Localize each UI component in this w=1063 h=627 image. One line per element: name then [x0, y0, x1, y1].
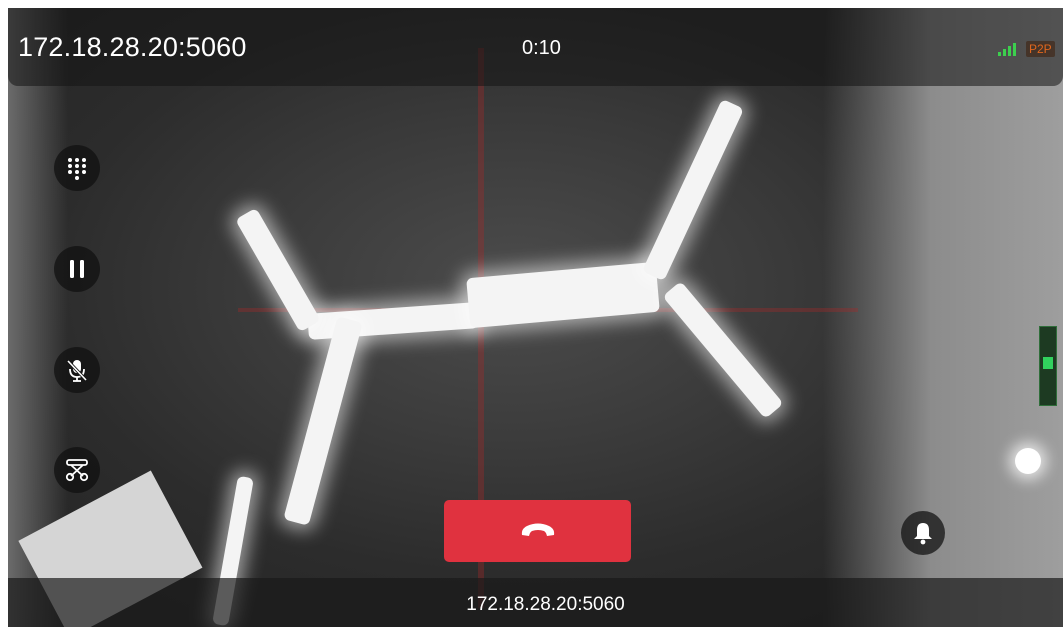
signal-bars-icon	[998, 42, 1020, 56]
mic-off-icon	[66, 359, 88, 382]
call-timer: 0:10	[522, 37, 561, 59]
light-beam	[235, 207, 321, 333]
pause-icon	[70, 260, 84, 278]
light-beam	[283, 316, 363, 526]
mute-button[interactable]	[54, 347, 100, 393]
light-beam	[662, 281, 784, 419]
light-beam	[641, 98, 745, 282]
dialpad-icon	[68, 158, 86, 180]
caller-address: 172.18.28.20:5060	[466, 594, 625, 615]
dialpad-button[interactable]	[54, 145, 100, 191]
doorbell-button[interactable]	[901, 511, 945, 555]
hangup-button[interactable]	[444, 500, 631, 562]
light-beam	[466, 261, 660, 329]
phone-hangup-icon	[521, 523, 554, 536]
call-header: 172.18.28.20:5060 0:10 P2P	[8, 8, 1063, 86]
wall-lamp	[1015, 448, 1041, 474]
connection-badge: P2P	[1026, 41, 1055, 57]
transfer-icon	[65, 459, 89, 482]
bell-icon	[914, 523, 932, 545]
call-footer: 172.18.28.20:5060	[8, 578, 1063, 627]
transfer-button[interactable]	[54, 447, 100, 493]
exit-sign	[1039, 326, 1057, 406]
hold-button[interactable]	[54, 246, 100, 292]
remote-address: 172.18.28.20:5060	[18, 32, 247, 62]
